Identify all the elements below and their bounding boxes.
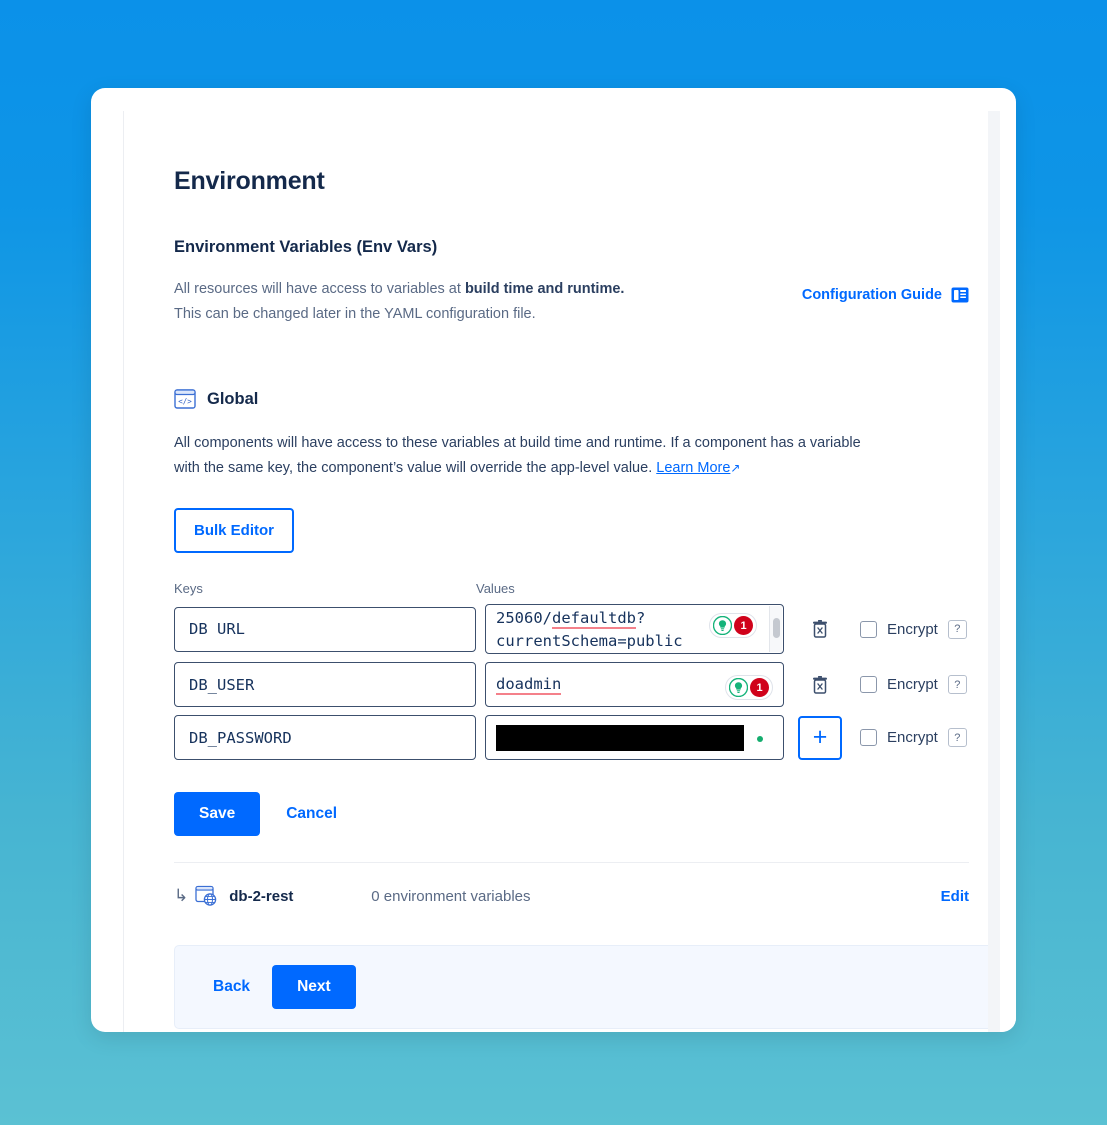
encrypt-group: Encrypt ? [860, 619, 967, 639]
svg-text:</>: </> [178, 397, 192, 406]
encrypt-label: Encrypt [887, 676, 938, 693]
global-description-text: All components will have access to these… [174, 435, 861, 476]
global-description: All components will have access to these… [174, 431, 874, 481]
table-row: DB_USER doadmin 1 Encrypt ? [174, 662, 969, 707]
description-line-1: All resources will have access to variab… [174, 277, 624, 302]
wizard-footer: Back Next [174, 945, 998, 1029]
component-var-count: 0 environment variables [371, 887, 531, 905]
page-title: Environment [174, 167, 325, 195]
env-value-text: doadmin [496, 673, 562, 696]
description-row: All resources will have access to variab… [174, 277, 969, 327]
lightbulb-icon [728, 677, 749, 698]
page-content: Environment Environment Variables (Env V… [174, 111, 998, 1029]
global-label: Global [207, 389, 259, 408]
env-value-text: 25060/defaultdb? currentSchema=public [496, 607, 683, 653]
help-icon[interactable]: ? [947, 619, 967, 639]
section-description: All resources will have access to variab… [174, 277, 624, 327]
table-row: DB URL 25060/defaultdb? currentSchema=pub… [174, 604, 969, 654]
value-segment-b: ? [636, 609, 646, 627]
encrypt-group: Encrypt ? [860, 728, 967, 747]
description-prefix: All resources will have access to variab… [174, 281, 465, 297]
trash-icon[interactable] [809, 674, 831, 696]
lightbulb-icon [712, 615, 733, 636]
spellchecked-word: doadmin [496, 675, 562, 695]
child-arrow-icon: ↳ [174, 886, 189, 905]
component-edit-link[interactable]: Edit [941, 888, 969, 905]
row-action-cell [798, 674, 842, 696]
component-row: ↳ db-2-rest 0 environment variables Edit [174, 862, 969, 913]
main-card: Environment Environment Variables (Env V… [91, 88, 1016, 1032]
help-icon[interactable]: ? [947, 728, 967, 747]
redacted-value-bar [496, 724, 744, 751]
plus-icon[interactable]: + [798, 715, 842, 760]
scrollbar-thumb[interactable] [773, 618, 780, 638]
learn-more-link[interactable]: Learn More [656, 460, 730, 476]
description-emphasis: build time and runtime. [464, 281, 625, 297]
column-header-values: Values [476, 581, 515, 596]
configuration-guide-label: Configuration Guide [801, 287, 942, 303]
env-value-input[interactable]: doadmin 1 [485, 662, 784, 707]
next-button[interactable]: Next [272, 965, 356, 1009]
env-key-input[interactable]: DB URL [174, 606, 476, 652]
spellchecked-word: defaultdb [552, 609, 636, 629]
description-line-2: This can be changed later in the YAML co… [174, 306, 536, 322]
form-actions: Save Cancel [174, 792, 969, 836]
value-segment-c: currentSchema=public [496, 632, 683, 650]
component-name: db-2-rest [229, 887, 294, 905]
status-dot-icon [757, 736, 763, 742]
env-value-input[interactable] [485, 715, 784, 760]
env-key-input[interactable]: DB_PASSWORD [174, 715, 476, 760]
encrypt-label: Encrypt [887, 620, 938, 638]
section-title: Environment Variables (Env Vars) [174, 238, 438, 256]
row-action-cell [798, 618, 842, 640]
external-link-icon: ↗ [730, 461, 741, 475]
value-field-scrollbar[interactable] [769, 606, 782, 652]
configuration-guide-link[interactable]: Configuration Guide [802, 286, 969, 304]
table-row: DB_PASSWORD + Encrypt ? [174, 715, 969, 760]
browser-globe-icon [195, 885, 220, 907]
table-column-headers: Keys Values [174, 581, 969, 596]
save-button[interactable]: Save [174, 792, 261, 836]
writing-assistant-badge[interactable]: 1 [709, 613, 757, 638]
env-key-input[interactable]: DB_USER [174, 662, 476, 707]
trash-icon[interactable] [809, 618, 831, 640]
suggestion-count-badge: 1 [734, 616, 753, 635]
back-button[interactable]: Back [197, 966, 266, 1008]
help-icon[interactable]: ? [947, 675, 967, 694]
suggestion-count-badge: 1 [750, 678, 769, 697]
scroll-panel: Environment Environment Variables (Env V… [123, 111, 1016, 1032]
encrypt-label: Encrypt [887, 729, 938, 746]
cancel-button[interactable]: Cancel [270, 792, 353, 836]
global-header: </> Global [174, 389, 969, 409]
row-action-cell: + [798, 715, 842, 760]
document-guide-icon [951, 286, 969, 304]
encrypt-checkbox[interactable] [860, 676, 877, 693]
column-header-keys: Keys [174, 581, 203, 596]
panel-scrollbar-track[interactable] [988, 111, 1000, 1032]
encrypt-checkbox[interactable] [860, 620, 877, 638]
value-segment-a: 25060/ [496, 609, 552, 627]
env-value-input[interactable]: 25060/defaultdb? currentSchema=public 1 [485, 604, 784, 654]
encrypt-group: Encrypt ? [860, 675, 967, 694]
encrypt-checkbox[interactable] [860, 729, 877, 746]
bulk-editor-button[interactable]: Bulk Editor [174, 508, 295, 553]
code-window-icon: </> [174, 389, 196, 409]
writing-assistant-badge[interactable]: 1 [725, 675, 773, 700]
